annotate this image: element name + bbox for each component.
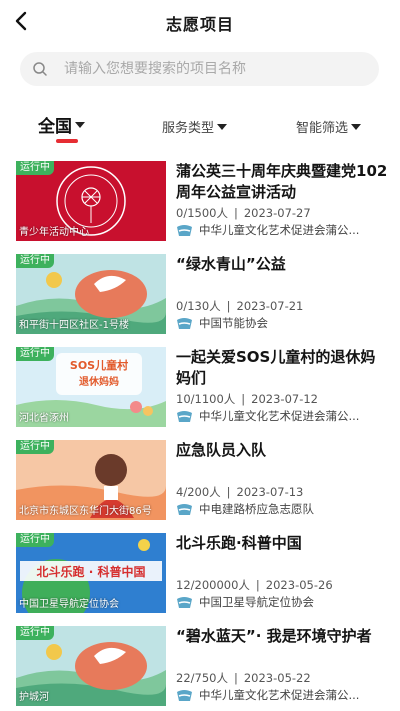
project-location: 青少年活动中心 <box>19 227 89 238</box>
project-item[interactable]: 运行中 护城河 “碧水蓝天”· 我是环境守护者 22/750人 | 2023-05-… <box>0 622 400 710</box>
organizer-logo-icon <box>177 224 192 236</box>
project-meta: 22/750人 | 2023-05-22 <box>176 671 311 685</box>
participant-count: 22/750人 <box>176 671 228 685</box>
status-badge: 运行中 <box>16 533 54 547</box>
project-title: 北斗乐跑·科普中国 <box>176 534 302 552</box>
project-organizer: 中华儿童文化艺术促进会蒲公... <box>176 408 388 424</box>
project-thumbnail: 运行中 护城河 <box>16 626 166 706</box>
project-item[interactable]: 北斗乐跑 · 科普中国 运行中 中国卫星导航定位协会 北斗乐跑·科普中国 12/… <box>0 529 400 617</box>
filter-region[interactable]: 全国 <box>38 112 85 137</box>
project-date: 2023-07-21 <box>236 299 304 313</box>
organizer-logo-icon <box>177 317 192 329</box>
organizer-logo-icon <box>177 503 192 515</box>
project-location: 中国卫星导航定位协会 <box>19 599 119 610</box>
status-badge: 运行中 <box>16 440 54 454</box>
filter-smart[interactable]: 智能筛选 <box>296 117 362 136</box>
project-thumbnail: 运行中 北京市东城区东华门大街86号 <box>16 440 166 520</box>
dropdown-arrow-icon <box>217 123 228 130</box>
organizer-logo-icon <box>177 410 192 422</box>
search-icon <box>33 62 47 76</box>
project-date: 2023-07-12 <box>251 392 318 406</box>
project-thumbnail: 运行中 青少年活动中心 <box>16 161 166 241</box>
project-organizer: 中华儿童文化艺术促进会蒲公... <box>176 222 388 238</box>
participant-count: 10/1100人 <box>176 392 236 406</box>
project-date: 2023-07-13 <box>236 485 304 499</box>
project-item[interactable]: 运行中 和平街十四区社区-1号楼 “绿水青山”公益 0/130人 | 2023-07… <box>0 250 400 338</box>
participant-count: 0/130人 <box>176 299 221 313</box>
project-title: 应急队员入队 <box>176 441 267 459</box>
project-meta: 12/200000人 | 2023-05-26 <box>176 578 333 592</box>
project-meta: 10/1100人 | 2023-07-12 <box>176 392 318 406</box>
project-location: 和平街十四区社区-1号楼 <box>19 320 129 331</box>
project-organizer: 中国卫星导航定位协会 <box>176 594 388 610</box>
filter-bar: 全国 服务类型 智能筛选 <box>0 108 400 148</box>
thumb-text: SOS儿童村 <box>70 358 128 372</box>
project-meta: 0/130人 | 2023-07-21 <box>176 299 304 313</box>
project-organizer: 中电建路桥应急志愿队 <box>176 501 388 517</box>
project-meta: 0/1500人 | 2023-07-27 <box>176 206 311 220</box>
status-badge: 运行中 <box>16 161 54 175</box>
project-date: 2023-05-26 <box>265 578 333 592</box>
project-date: 2023-07-27 <box>243 206 311 220</box>
project-organizer: 中华儿童文化艺术促进会蒲公... <box>176 687 388 703</box>
status-badge: 运行中 <box>16 254 54 268</box>
thumb-text: 北斗乐跑 · 科普中国 <box>37 564 146 579</box>
filter-smart-label: 智能筛选 <box>296 121 349 136</box>
project-thumbnail: SOS儿童村 退休妈妈 运行中 河北省涿州 <box>16 347 166 427</box>
search-bar[interactable] <box>20 52 379 86</box>
status-badge: 运行中 <box>16 626 54 640</box>
filter-service-type[interactable]: 服务类型 <box>162 117 228 136</box>
dropdown-arrow-icon <box>75 121 85 128</box>
project-thumbnail: 北斗乐跑 · 科普中国 运行中 中国卫星导航定位协会 <box>16 533 166 613</box>
project-title: “绿水青山”公益 <box>176 255 286 273</box>
filter-service-type-label: 服务类型 <box>162 121 215 136</box>
project-title: “碧水蓝天”· 我是环境守护者 <box>176 627 372 645</box>
organizer-logo-icon <box>177 689 192 701</box>
project-meta: 4/200人 | 2023-07-13 <box>176 485 304 499</box>
project-location: 河北省涿州 <box>19 413 69 424</box>
participant-count: 4/200人 <box>176 485 221 499</box>
project-thumbnail: 运行中 和平街十四区社区-1号楼 <box>16 254 166 334</box>
dropdown-arrow-icon <box>351 123 362 130</box>
top-bar: 志愿项目 <box>0 0 400 44</box>
project-item[interactable]: SOS儿童村 退休妈妈 运行中 河北省涿州 一起关爱SOS儿童村的退休妈妈们 1… <box>0 343 400 431</box>
project-organizer: 中国节能协会 <box>176 315 388 331</box>
project-item[interactable]: 运行中 北京市东城区东华门大街86号 应急队员入队 4/200人 | 2023-07… <box>0 436 400 524</box>
page-title: 志愿项目 <box>165 15 234 34</box>
project-location: 护城河 <box>19 692 49 703</box>
project-date: 2023-05-22 <box>243 671 311 685</box>
participant-count: 12/200000人 <box>176 578 250 592</box>
organizer-logo-icon <box>177 596 192 608</box>
project-item[interactable]: 运行中 青少年活动中心 蒲公英三十周年庆典暨建党102周年公益宣讲活动 0/15… <box>0 157 400 245</box>
active-tab-indicator <box>56 139 78 143</box>
filter-region-label: 全国 <box>38 117 72 137</box>
project-title: 一起关爱SOS儿童村的退休妈妈们 <box>176 348 376 387</box>
project-location: 北京市东城区东华门大街86号 <box>19 506 152 517</box>
project-title: 蒲公英三十周年庆典暨建党102周年公益宣讲活动 <box>176 162 388 201</box>
search-input[interactable] <box>64 58 364 80</box>
participant-count: 0/1500人 <box>176 206 228 220</box>
thumb-text: 退休妈妈 <box>79 375 119 388</box>
status-badge: 运行中 <box>16 347 54 361</box>
